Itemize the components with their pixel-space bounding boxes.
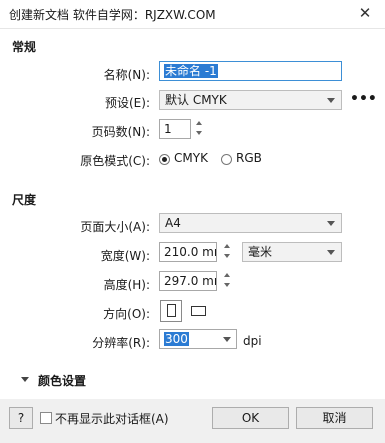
spin-down-icon[interactable] <box>224 283 230 287</box>
height-spinner[interactable] <box>221 270 235 292</box>
preset-dropdown[interactable]: 默认 CMYK <box>159 90 342 110</box>
unit-value: 毫米 <box>248 245 273 259</box>
color-mode-label: 原色模式(C): <box>80 154 150 168</box>
chevron-down-icon <box>327 221 335 226</box>
radio-cmyk[interactable] <box>159 154 170 165</box>
name-label: 名称(N): <box>103 68 150 82</box>
page-size-value: A4 <box>165 216 181 230</box>
page-size-label: 页面大小(A): <box>80 220 150 234</box>
spin-down-icon[interactable] <box>196 131 202 135</box>
preset-label: 预设(E): <box>105 96 150 110</box>
width-label: 宽度(W): <box>100 249 150 263</box>
title-bar: 创建新文档 软件自学网：RJZXW.COM ✕ <box>0 0 385 29</box>
spin-up-icon[interactable] <box>196 121 202 125</box>
resolution-label: 分辨率(R): <box>92 336 150 350</box>
radio-rgb-label[interactable]: RGB <box>236 151 262 165</box>
more-options-icon[interactable]: ••• <box>350 91 377 107</box>
pages-field[interactable]: 1 <box>159 119 191 139</box>
section-title-color-settings[interactable]: 颜色设置 <box>38 372 86 389</box>
resolution-unit: dpi <box>243 334 262 348</box>
name-field[interactable]: 未命名 -1 <box>159 61 342 81</box>
name-value: 未命名 -1 <box>164 64 218 78</box>
height-label: 高度(H): <box>103 278 150 292</box>
width-spinner[interactable] <box>221 241 235 263</box>
window-title: 创建新文档 软件自学网：RJZXW.COM <box>9 8 216 22</box>
resolution-value: 300 <box>164 332 189 346</box>
landscape-button[interactable] <box>188 300 210 322</box>
spin-up-icon[interactable] <box>224 244 230 248</box>
pages-value: 1 <box>164 122 172 136</box>
portrait-button[interactable] <box>160 300 182 322</box>
page-size-dropdown[interactable]: A4 <box>159 213 342 233</box>
section-title-dimensions: 尺度 <box>12 193 37 207</box>
close-icon[interactable]: ✕ <box>357 4 373 22</box>
chevron-down-icon[interactable] <box>223 337 231 342</box>
section-title-general: 常规 <box>12 40 37 54</box>
radio-cmyk-label[interactable]: CMYK <box>174 151 208 165</box>
radio-rgb[interactable] <box>221 154 232 165</box>
pages-label: 页码数(N): <box>91 125 150 139</box>
expand-color-settings-icon[interactable] <box>21 377 29 382</box>
spin-up-icon[interactable] <box>224 273 230 277</box>
resolution-combobox[interactable]: 300 <box>159 329 237 349</box>
chevron-down-icon <box>327 250 335 255</box>
preset-value: 默认 CMYK <box>165 93 227 107</box>
landscape-page-icon <box>191 306 206 316</box>
spin-down-icon[interactable] <box>224 254 230 258</box>
dont-show-checkbox[interactable] <box>40 412 52 424</box>
width-field[interactable]: 210.0 mm <box>159 242 217 262</box>
cancel-button[interactable]: 取消 <box>296 407 373 429</box>
portrait-page-icon <box>167 304 176 317</box>
chevron-down-icon <box>327 98 335 103</box>
ok-button[interactable]: OK <box>212 407 289 429</box>
dont-show-label[interactable]: 不再显示此对话框(A) <box>55 410 169 427</box>
orientation-label: 方向(O): <box>103 307 150 321</box>
help-button[interactable]: ? <box>9 407 33 429</box>
width-value: 210.0 mm <box>164 245 216 259</box>
pages-spinner[interactable] <box>193 118 207 140</box>
height-value: 297.0 mm <box>164 274 216 288</box>
unit-dropdown[interactable]: 毫米 <box>242 242 342 262</box>
height-field[interactable]: 297.0 mm <box>159 271 217 291</box>
